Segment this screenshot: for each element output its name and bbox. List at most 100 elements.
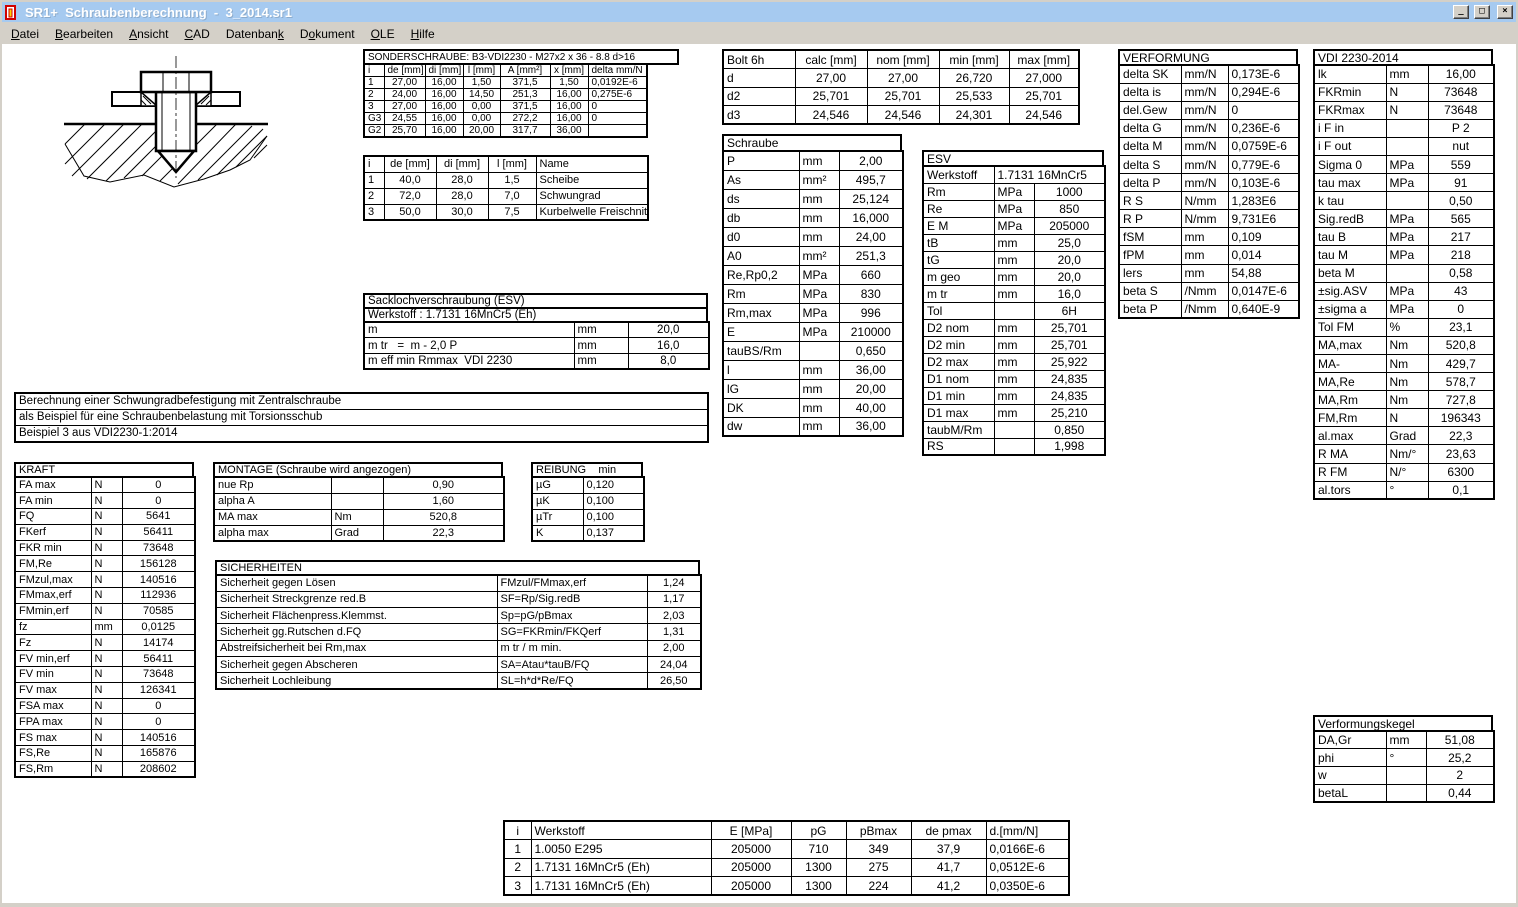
table-reibung: REIBUNG minµG0,120µK0,100µTr0,100K0,137 xyxy=(531,462,645,542)
table-cell: 27,00 xyxy=(867,69,939,88)
table-cell: 218 xyxy=(1428,246,1494,264)
menu-item-ole[interactable]: OLE xyxy=(363,25,403,43)
table-cell: N xyxy=(1386,409,1428,427)
table-row: m eff min Rmmax VDI 2230mm8,0 xyxy=(364,353,709,369)
sonderschraube-caption: SONDERSCHRAUBE: B3-VDI2230 - M27x2 x 36 … xyxy=(363,49,679,65)
table-cell: m tr / m min. xyxy=(497,640,647,656)
table-row: delta Mmm/N0,0759E-6 xyxy=(1119,137,1299,155)
maximize-button[interactable]: □ xyxy=(1474,5,1490,19)
table-row: D1 minmm24,835 xyxy=(923,387,1105,404)
table-row: betaL0,44 xyxy=(1314,784,1494,802)
table-cell: 727,8 xyxy=(1428,391,1494,409)
table-row: d225,70125,70125,53325,701 xyxy=(723,87,1079,106)
table-sonderschraube: SONDERSCHRAUBE: B3-VDI2230 - M27x2 x 36 … xyxy=(363,49,679,138)
table-cell: % xyxy=(1386,318,1428,336)
table-row: FSA maxN0 xyxy=(15,698,195,714)
table-cell: mm xyxy=(91,619,122,635)
table-row: k tau0,50 xyxy=(1314,192,1494,210)
table-row: R PN/mm9,731E6 xyxy=(1119,210,1299,228)
table-cell: 3 xyxy=(364,204,384,220)
table-cell: 73648 xyxy=(1428,83,1494,101)
table-cell: N xyxy=(91,588,122,604)
table-cell: 24,835 xyxy=(1034,370,1105,387)
table-cell: 830 xyxy=(839,284,903,303)
table-cell: Rm,max xyxy=(723,303,799,322)
table-cell: 24,301 xyxy=(939,106,1009,125)
table-row: Werkstoff1.7131 16MnCr5 xyxy=(923,166,1105,183)
table-cell: mm xyxy=(1181,264,1228,282)
table-cell: G2 xyxy=(364,125,384,138)
table-cell: 41,2 xyxy=(911,877,986,896)
table-cell: 22,3 xyxy=(383,525,504,541)
menu-item-datenbank[interactable]: Datenbank xyxy=(218,25,292,43)
table-cell: 22,3 xyxy=(1428,427,1494,445)
table-cell: 0 xyxy=(122,714,195,730)
table-cell: Werkstoff xyxy=(923,166,994,183)
close-button[interactable]: × xyxy=(1497,5,1513,19)
table-cell: mm xyxy=(799,417,839,436)
table-cell: mm xyxy=(799,398,839,417)
table-cell: N xyxy=(91,682,122,698)
table-cell: l [mm] xyxy=(463,64,500,77)
table-row: D1 nommm24,835 xyxy=(923,370,1105,387)
table-row: EMPa210000 xyxy=(723,322,903,341)
table-cell: /Nmm xyxy=(1181,282,1228,300)
table-cell: 0,00 xyxy=(463,113,500,125)
menu-item-datei[interactable]: Datei xyxy=(3,25,47,43)
table-cell: Sp=pG/pBmax xyxy=(497,608,647,624)
menu-item-bearbeiten[interactable]: Bearbeiten xyxy=(47,25,121,43)
menu-item-hilfe[interactable]: Hilfe xyxy=(403,25,443,43)
table-cell: 0 xyxy=(1428,300,1494,318)
minimize-button[interactable]: _ xyxy=(1453,5,1469,19)
table-row: R MANm/°23,63 xyxy=(1314,445,1494,463)
table-cell: 0 xyxy=(1228,101,1299,119)
table-cell: 210000 xyxy=(839,322,903,341)
table-cell: 1.7131 16MnCr5 xyxy=(994,166,1105,183)
table-cell: /Nmm xyxy=(1181,300,1228,318)
table-row: DA,Grmm51,08 xyxy=(1314,731,1494,749)
table-cell: 0,014 xyxy=(1228,246,1299,264)
table-cell: max [mm] xyxy=(1009,50,1079,69)
table-cell: alpha max xyxy=(214,525,331,541)
table-cell: Berechnung einer Schwungradbefestigung m… xyxy=(15,393,708,409)
table-cell: D1 min xyxy=(923,387,994,404)
table-cell: P xyxy=(723,151,799,170)
table-cell: E [MPa] xyxy=(711,821,791,840)
table-row: ide [mm]di [mm]l [mm]A [mm²]x [mm]delta … xyxy=(364,64,647,77)
table-row: d27,0027,0026,72027,000 xyxy=(723,69,1079,88)
table-cell: 27,00 xyxy=(384,77,425,89)
table-row: µG0,120 xyxy=(532,477,644,493)
table-cell: P 2 xyxy=(1428,119,1494,137)
table-cell: tau M xyxy=(1314,246,1386,264)
table-cell: 20,0 xyxy=(628,322,709,338)
table-cell: SL=h*d*Re/FQ xyxy=(497,673,647,689)
menu-item-ansicht[interactable]: Ansicht xyxy=(121,25,176,43)
table-cell: 36,00 xyxy=(839,360,903,379)
table-row: G225,7016,0020,00317,736,00 xyxy=(364,125,647,138)
menu-item-cad[interactable]: CAD xyxy=(176,25,217,43)
table-cell: beta S xyxy=(1119,282,1181,300)
table-cell: 0 xyxy=(122,477,195,493)
table-cell: Abstreifsicherheit bei Rm,max xyxy=(216,640,497,656)
table-cell: D1 nom xyxy=(923,370,994,387)
table-cell: 40,0 xyxy=(384,172,436,188)
table-row: ReMPa850 xyxy=(923,200,1105,217)
table-row: w2 xyxy=(1314,766,1494,784)
table-cell: Scheibe xyxy=(536,172,648,188)
table-row: Sicherheit LochleibungSL=h*d*Re/FQ26,50 xyxy=(216,673,701,689)
table-cell: MPa xyxy=(799,303,839,322)
table-cell: 70585 xyxy=(122,603,195,619)
table-cell: E xyxy=(723,322,799,341)
table-row: FM,RmN196343 xyxy=(1314,409,1494,427)
table-cell: 205000 xyxy=(711,877,791,896)
table-cell: 565 xyxy=(1428,210,1494,228)
table-cell: 1,50 xyxy=(463,77,500,89)
table-row: FQN5641 xyxy=(15,509,195,525)
menu-item-dokument[interactable]: Dokument xyxy=(292,25,363,43)
table-cell: FS,Rm xyxy=(15,761,91,777)
table-cell: mm xyxy=(574,338,628,354)
table-cell: mm xyxy=(994,370,1034,387)
table-cell: 1,17 xyxy=(647,591,701,607)
table-cell: Bolt 6h xyxy=(723,50,795,69)
table-row: tBmm25,0 xyxy=(923,234,1105,251)
